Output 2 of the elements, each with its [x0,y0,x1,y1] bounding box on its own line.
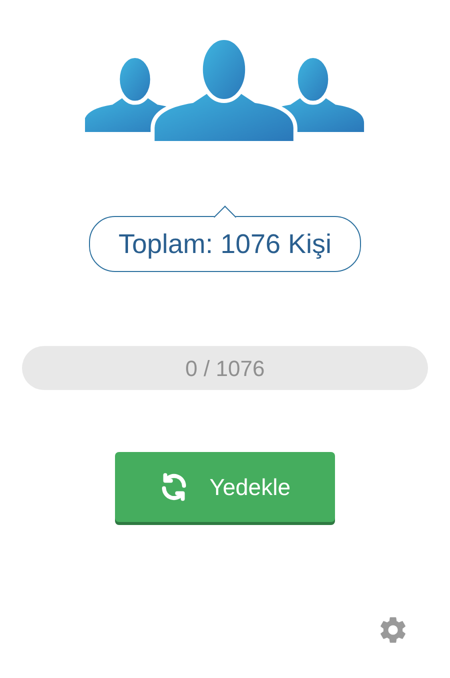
progress-reading: 0 / 1076 [185,354,265,382]
backup-button[interactable]: Yedekle [115,452,335,522]
